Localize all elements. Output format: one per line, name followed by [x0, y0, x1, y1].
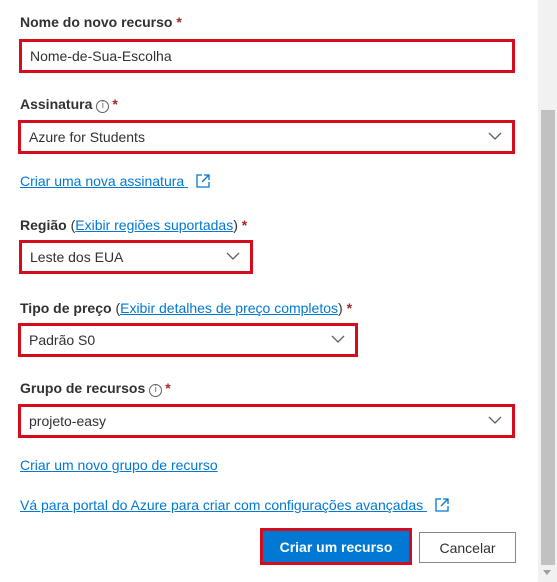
resource-group-value: projeto-easy: [29, 413, 107, 429]
cancel-button-label: Cancelar: [439, 539, 496, 556]
required-marker: *: [165, 380, 171, 396]
create-resource-group-link[interactable]: Criar um novo grupo de recurso: [20, 457, 218, 473]
region-label-text: Região: [20, 217, 67, 233]
pricing-tier-value: Padrão S0: [29, 332, 96, 348]
required-marker: *: [112, 96, 118, 112]
pricing-details-link[interactable]: Exibir detalhes de preço completos: [120, 300, 338, 316]
paren-close: ): [233, 217, 238, 233]
azure-portal-link-text: Vá para portal do Azure para criar com c…: [20, 497, 424, 513]
resource-name-input[interactable]: Nome-de-Sua-Escolha: [19, 39, 515, 73]
scroll-down-arrow-icon[interactable]: [543, 570, 551, 575]
external-link-icon: [435, 498, 449, 512]
required-marker: *: [176, 14, 182, 30]
subscription-value: Azure for Students: [29, 129, 145, 145]
resource-name-label: Nome do novo recurso *: [20, 14, 182, 30]
info-icon[interactable]: i: [149, 384, 163, 397]
create-resource-button[interactable]: Criar um recurso: [260, 528, 412, 565]
resource-group-dropdown[interactable]: projeto-easy: [18, 404, 515, 438]
info-icon[interactable]: i: [96, 100, 110, 113]
resource-group-label: Grupo de recursos i *: [20, 380, 171, 397]
chevron-down-icon: [488, 416, 502, 424]
create-resource-group-link-text: Criar um novo grupo de recurso: [20, 457, 218, 473]
resource-group-label-text: Grupo de recursos: [20, 380, 146, 396]
create-resource-button-label: Criar um recurso: [279, 538, 393, 555]
paren-close: ): [338, 300, 343, 316]
subscription-label: Assinatura i *: [20, 96, 118, 113]
chevron-down-icon: [331, 335, 345, 343]
scrollbar-thumb[interactable]: [541, 110, 555, 565]
chevron-down-icon: [226, 252, 240, 260]
region-value: Leste dos EUA: [30, 249, 124, 265]
cancel-button[interactable]: Cancelar: [419, 532, 516, 563]
required-marker: *: [346, 300, 353, 316]
chevron-down-icon: [488, 132, 502, 140]
supported-regions-link[interactable]: Exibir regiões suportadas: [75, 217, 233, 233]
resource-name-value: Nome-de-Sua-Escolha: [30, 48, 172, 64]
resource-name-label-text: Nome do novo recurso: [20, 14, 173, 30]
create-subscription-link-text: Criar uma nova assinatura: [20, 173, 185, 189]
region-label: Região (Exibir regiões suportadas) *: [20, 217, 247, 233]
subscription-label-text: Assinatura: [20, 96, 93, 112]
create-resource-panel: Nome do novo recurso * Nome-de-Sua-Escol…: [0, 0, 538, 582]
required-marker: *: [241, 217, 248, 233]
pricing-tier-label: Tipo de preço (Exibir detalhes de preço …: [20, 300, 352, 316]
subscription-dropdown[interactable]: Azure for Students: [18, 120, 515, 154]
pricing-tier-label-text: Tipo de preço: [20, 300, 112, 316]
external-link-icon: [196, 174, 210, 188]
azure-portal-link[interactable]: Vá para portal do Azure para criar com c…: [20, 497, 449, 513]
region-dropdown[interactable]: Leste dos EUA: [19, 240, 253, 274]
create-subscription-link[interactable]: Criar uma nova assinatura: [20, 173, 210, 189]
pricing-tier-dropdown[interactable]: Padrão S0: [18, 323, 358, 357]
